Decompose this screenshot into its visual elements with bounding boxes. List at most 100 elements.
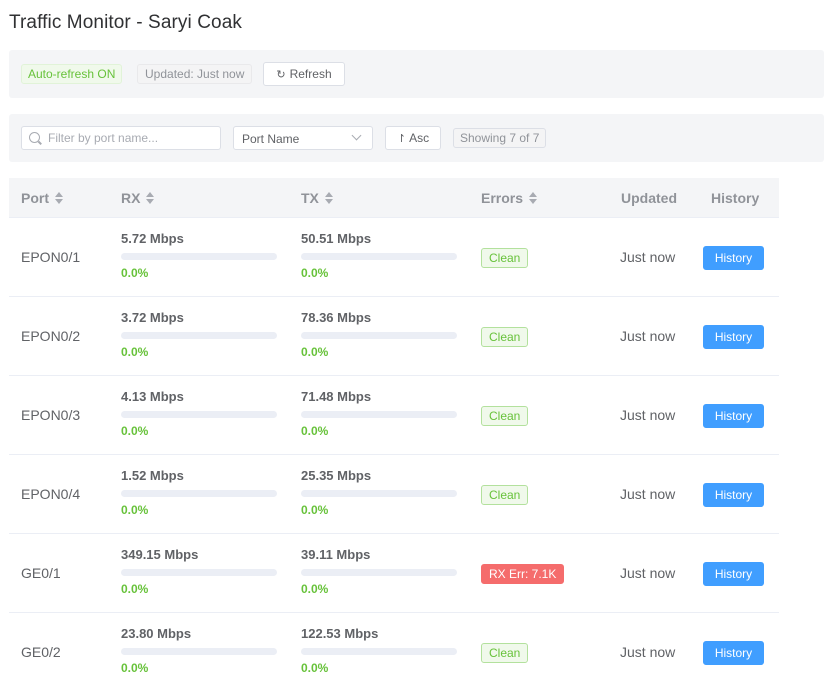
column-header-port[interactable]: Port [21,190,63,206]
port-search[interactable] [21,126,221,150]
sort-direction-button[interactable]: ↾ Asc [385,126,441,150]
tx-utilization-bar [301,253,457,260]
sort-icon [324,192,333,204]
table-row: EPON0/4 1.52 Mbps 0.0% 25.35 Mbps 0.0% C… [9,455,779,534]
history-button[interactable]: History [703,325,764,349]
rx-utilization: 0.0% [121,503,149,517]
ports-table: Port RX TX Errors Updated History EPON0/… [9,178,779,681]
tx-utilization-bar [301,648,457,655]
history-button[interactable]: History [703,562,764,586]
rx-utilization-bar [121,411,277,418]
result-count: Showing 7 of 7 [453,128,547,148]
rx-utilization: 0.0% [121,345,149,359]
rx-utilization: 0.0% [121,424,149,438]
filter-toolbar: Port Name ↾ Asc Showing 7 of 7 [9,114,824,162]
status-toolbar: Auto-refresh ON Updated: Just now ↻ Refr… [9,50,824,98]
rx-utilization: 0.0% [121,266,149,280]
rx-rate: 23.80 Mbps [121,626,192,641]
updated-time: Just now [620,565,676,581]
column-header-errors[interactable]: Errors [481,190,538,206]
column-header-tx[interactable]: TX [301,190,333,206]
tx-utilization-bar [301,411,457,418]
error-status-badge: Clean [481,485,529,505]
sort-icon [146,192,155,204]
sort-field-value: Port Name [242,132,300,146]
column-header-label: Updated [621,190,677,206]
refresh-label: Refresh [289,67,332,81]
sort-direction-label: Asc [409,131,430,145]
table-row: GE0/1 349.15 Mbps 0.0% 39.11 Mbps 0.0% R… [9,534,779,613]
tx-metric: 39.11 Mbps 0.0% [301,547,457,596]
rx-utilization-bar [121,332,277,339]
tx-utilization-bar [301,332,457,339]
tx-utilization: 0.0% [301,345,329,359]
tx-metric: 122.53 Mbps 0.0% [301,626,457,675]
refresh-button[interactable]: ↻ Refresh [263,62,345,86]
page-title: Traffic Monitor - Saryi Coak [9,12,242,33]
rx-metric: 23.80 Mbps 0.0% [121,626,277,675]
sort-icon [55,192,63,204]
column-header-rx[interactable]: RX [121,190,155,206]
port-name: EPON0/4 [21,486,81,502]
updated-time: Just now [620,486,676,502]
tx-utilization: 0.0% [301,266,329,280]
sort-icon [529,192,538,204]
tx-rate: 25.35 Mbps [301,468,372,483]
column-header-label: History [711,190,760,206]
tx-rate: 71.48 Mbps [301,389,372,404]
search-input[interactable] [48,129,216,147]
updated-time: Just now [620,644,676,660]
rx-rate: 5.72 Mbps [121,231,184,246]
sort-asc-icon: ↾ [396,132,407,145]
auto-refresh-badge[interactable]: Auto-refresh ON [21,64,123,84]
rx-utilization: 0.0% [121,582,149,596]
error-status-badge: Clean [481,327,529,347]
tx-metric: 25.35 Mbps 0.0% [301,468,457,517]
rx-metric: 3.72 Mbps 0.0% [121,310,277,359]
history-button[interactable]: History [703,483,764,507]
column-header-label: Port [21,190,49,206]
rx-rate: 3.72 Mbps [121,310,184,325]
updated-time: Just now [620,249,676,265]
history-button[interactable]: History [703,641,764,665]
history-button[interactable]: History [703,404,764,428]
tx-rate: 78.36 Mbps [301,310,372,325]
rx-utilization-bar [121,253,277,260]
port-name: EPON0/3 [21,407,81,423]
column-header-label: RX [121,190,141,206]
column-header-updated: Updated [621,190,677,206]
error-status-badge: RX Err: 7.1K [481,564,565,584]
table-header: Port RX TX Errors Updated History [9,178,779,218]
tx-utilization-bar [301,490,457,497]
tx-utilization: 0.0% [301,503,329,517]
sort-field-select[interactable]: Port Name [233,126,373,150]
tx-utilization-bar [301,569,457,576]
last-updated-badge: Updated: Just now [137,64,253,84]
refresh-icon: ↻ [276,68,286,81]
chevron-down-icon [351,130,362,141]
rx-rate: 349.15 Mbps [121,547,199,562]
column-header-history: History [711,190,759,206]
column-header-label: Errors [481,190,524,206]
table-row: EPON0/1 5.72 Mbps 0.0% 50.51 Mbps 0.0% C… [9,218,779,297]
error-status-badge: Clean [481,643,529,663]
rx-metric: 1.52 Mbps 0.0% [121,468,277,517]
rx-metric: 5.72 Mbps 0.0% [121,231,277,280]
history-button[interactable]: History [703,246,764,270]
port-name: EPON0/1 [21,249,81,265]
table-row: GE0/2 23.80 Mbps 0.0% 122.53 Mbps 0.0% C… [9,613,779,681]
tx-utilization: 0.0% [301,661,329,675]
rx-rate: 4.13 Mbps [121,389,184,404]
tx-rate: 50.51 Mbps [301,231,372,246]
tx-metric: 71.48 Mbps 0.0% [301,389,457,438]
tx-metric: 78.36 Mbps 0.0% [301,310,457,359]
tx-utilization: 0.0% [301,582,329,596]
port-name: EPON0/2 [21,328,81,344]
rx-utilization: 0.0% [121,661,149,675]
column-header-label: TX [301,190,319,206]
tx-rate: 122.53 Mbps [301,626,379,641]
table-row: EPON0/3 4.13 Mbps 0.0% 71.48 Mbps 0.0% C… [9,376,779,455]
rx-utilization-bar [121,490,277,497]
rx-metric: 4.13 Mbps 0.0% [121,389,277,438]
search-icon [29,132,40,143]
